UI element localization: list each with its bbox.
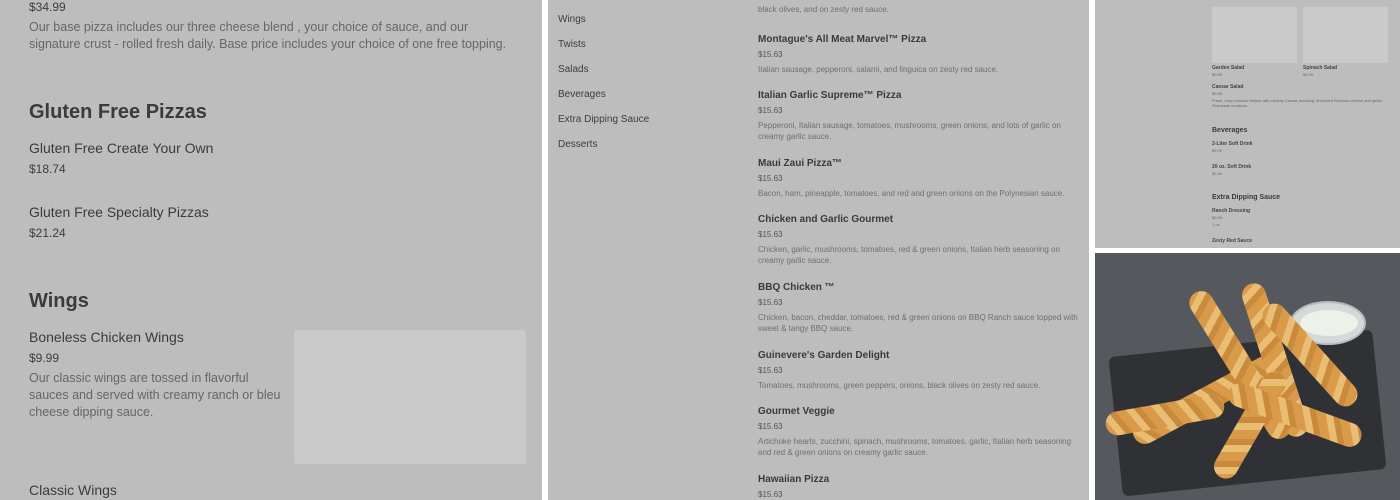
category-nav-extra-dipping-sauce[interactable]: Extra Dipping Sauce xyxy=(558,114,649,125)
menu-item[interactable]: Montague's All Meat Marvel™ Pizza $15.63… xyxy=(758,33,1078,75)
menu-item-price: $9.99 xyxy=(1212,72,1223,77)
menu-item-price: $15.63 xyxy=(758,366,783,375)
garden-salad-image-placeholder[interactable] xyxy=(1212,7,1297,63)
breadsticks-photo xyxy=(1095,253,1400,500)
menu-item-description: Artichoke hearts, zucchini, spinach, mus… xyxy=(758,437,1072,457)
menu-item-name[interactable]: 2-Liter Soft Drink xyxy=(1212,141,1253,147)
menu-item-name: Montague's All Meat Marvel™ Pizza xyxy=(758,34,927,45)
menu-item[interactable]: Hawaiian Pizza $15.63 xyxy=(758,473,1078,500)
menu-item-name[interactable]: Gluten Free Specialty Pizzas xyxy=(29,204,209,220)
menu-item-price: $15.63 xyxy=(758,50,783,59)
menu-item-name[interactable]: Ranch Dressing xyxy=(1212,208,1250,214)
menu-item-name[interactable]: Caesar Salad xyxy=(1212,84,1243,90)
middle-menu-panel: Wings Twists Salads Beverages Extra Dipp… xyxy=(548,0,1089,500)
category-nav-wings[interactable]: Wings xyxy=(558,14,586,25)
menu-item[interactable]: BBQ Chicken ™ $15.63 Chicken, bacon, che… xyxy=(758,281,1078,334)
item-description: Our base pizza includes our three cheese… xyxy=(29,20,507,51)
left-menu-panel: $34.99 Our base pizza includes our three… xyxy=(0,0,542,500)
menu-item[interactable]: Maui Zaui Pizza™ $15.63 Bacon, ham, pine… xyxy=(758,157,1078,199)
category-nav-beverages[interactable]: Beverages xyxy=(558,89,606,100)
category-nav-salads[interactable]: Salads xyxy=(558,64,589,75)
section-title-extra-dipping-sauce: Extra Dipping Sauce xyxy=(1212,194,1281,201)
menu-item-price: $9.99 xyxy=(29,351,60,365)
menu-item-description: Tomatoes, mushrooms, green peppers, onio… xyxy=(758,381,1041,390)
menu-item[interactable]: Gourmet Veggie $15.63 Artichoke hearts, … xyxy=(758,405,1078,458)
menu-item-name[interactable]: Boneless Chicken Wings xyxy=(29,329,184,345)
menu-item-name[interactable]: 20 oz. Soft Drink xyxy=(1212,164,1251,170)
menu-item-name: Gourmet Veggie xyxy=(758,406,835,417)
menu-item-price: $15.63 xyxy=(758,174,783,183)
menu-item-description: Bacon, ham, pineapple, tomatoes, and red… xyxy=(758,189,1065,198)
menu-item-price: $15.63 xyxy=(758,230,783,239)
menu-item-price: $0.99 xyxy=(1212,215,1223,220)
category-nav-desserts[interactable]: Desserts xyxy=(558,139,597,150)
menu-item-name: Italian Garlic Supreme™ Pizza xyxy=(758,90,902,101)
menu-item[interactable]: Chicken and Garlic Gourmet $15.63 Chicke… xyxy=(758,213,1078,266)
menu-item-size: 1 oz. xyxy=(1212,222,1221,227)
menu-item-price: $3.99 xyxy=(1212,148,1223,153)
menu-item-price: $18.74 xyxy=(29,162,66,176)
menu-item-description: Fresh, crisp romaine lettuce with creamy… xyxy=(1212,98,1382,108)
menu-item-name[interactable]: Spinach Salad xyxy=(1303,65,1337,71)
menu-item[interactable]: Guinevere's Garden Delight $15.63 Tomato… xyxy=(758,349,1078,391)
menu-item-description: Pepperoni, Italian sausage, tomatoes, mu… xyxy=(758,121,1061,141)
menu-item-description: Chicken, bacon, cheddar, tomatoes, red &… xyxy=(758,313,1078,333)
menu-item-description: Italian sausage, pepperoni, salami, and … xyxy=(758,65,999,74)
menu-item-name[interactable]: Classic Wings xyxy=(29,482,117,498)
menu-item-price: $2.49 xyxy=(1212,171,1223,176)
menu-item-price: $15.63 xyxy=(758,298,783,307)
menu-item-name[interactable]: Zesty Red Sauce xyxy=(1212,238,1252,244)
menu-item[interactable]: Italian Garlic Supreme™ Pizza $15.63 Pep… xyxy=(758,89,1078,142)
menu-item-name: BBQ Chicken ™ xyxy=(758,282,835,293)
menu-item-price: $15.63 xyxy=(758,422,783,431)
menu-item-name: Guinevere's Garden Delight xyxy=(758,350,890,361)
menu-item-name: Maui Zaui Pizza™ xyxy=(758,158,842,169)
section-title-beverages: Beverages xyxy=(1212,127,1248,134)
menu-item-image-placeholder[interactable] xyxy=(294,330,526,464)
menu-item-description: Chicken, garlic, mushrooms, tomatoes, re… xyxy=(758,245,1060,265)
menu-item-name[interactable]: Garden Salad xyxy=(1212,65,1244,71)
menu-item-name[interactable]: Gluten Free Create Your Own xyxy=(29,140,213,156)
menu-item-description: Our classic wings are tossed in flavorfu… xyxy=(29,371,281,419)
ranch-sauce xyxy=(1300,310,1358,336)
section-title-gluten-free: Gluten Free Pizzas xyxy=(29,101,207,123)
spinach-salad-image-placeholder[interactable] xyxy=(1303,7,1388,63)
item-price: $34.99 xyxy=(29,0,66,14)
section-title-wings: Wings xyxy=(29,290,89,312)
menu-item-price: $15.63 xyxy=(758,490,783,499)
menu-item-price: $9.99 xyxy=(1212,91,1223,96)
menu-item-description: black olives, and on zesty red sauce. xyxy=(758,5,889,14)
category-nav-twists[interactable]: Twists xyxy=(558,39,586,50)
top-right-menu-panel: Garden Salad $9.99 Spinach Salad $9.99 C… xyxy=(1095,0,1400,248)
menu-item-price: $21.24 xyxy=(29,226,66,240)
menu-item-price: $9.99 xyxy=(1303,72,1314,77)
menu-item-price: $15.63 xyxy=(758,106,783,115)
menu-item-name: Chicken and Garlic Gourmet xyxy=(758,214,894,225)
menu-item-name: Hawaiian Pizza xyxy=(758,474,830,485)
